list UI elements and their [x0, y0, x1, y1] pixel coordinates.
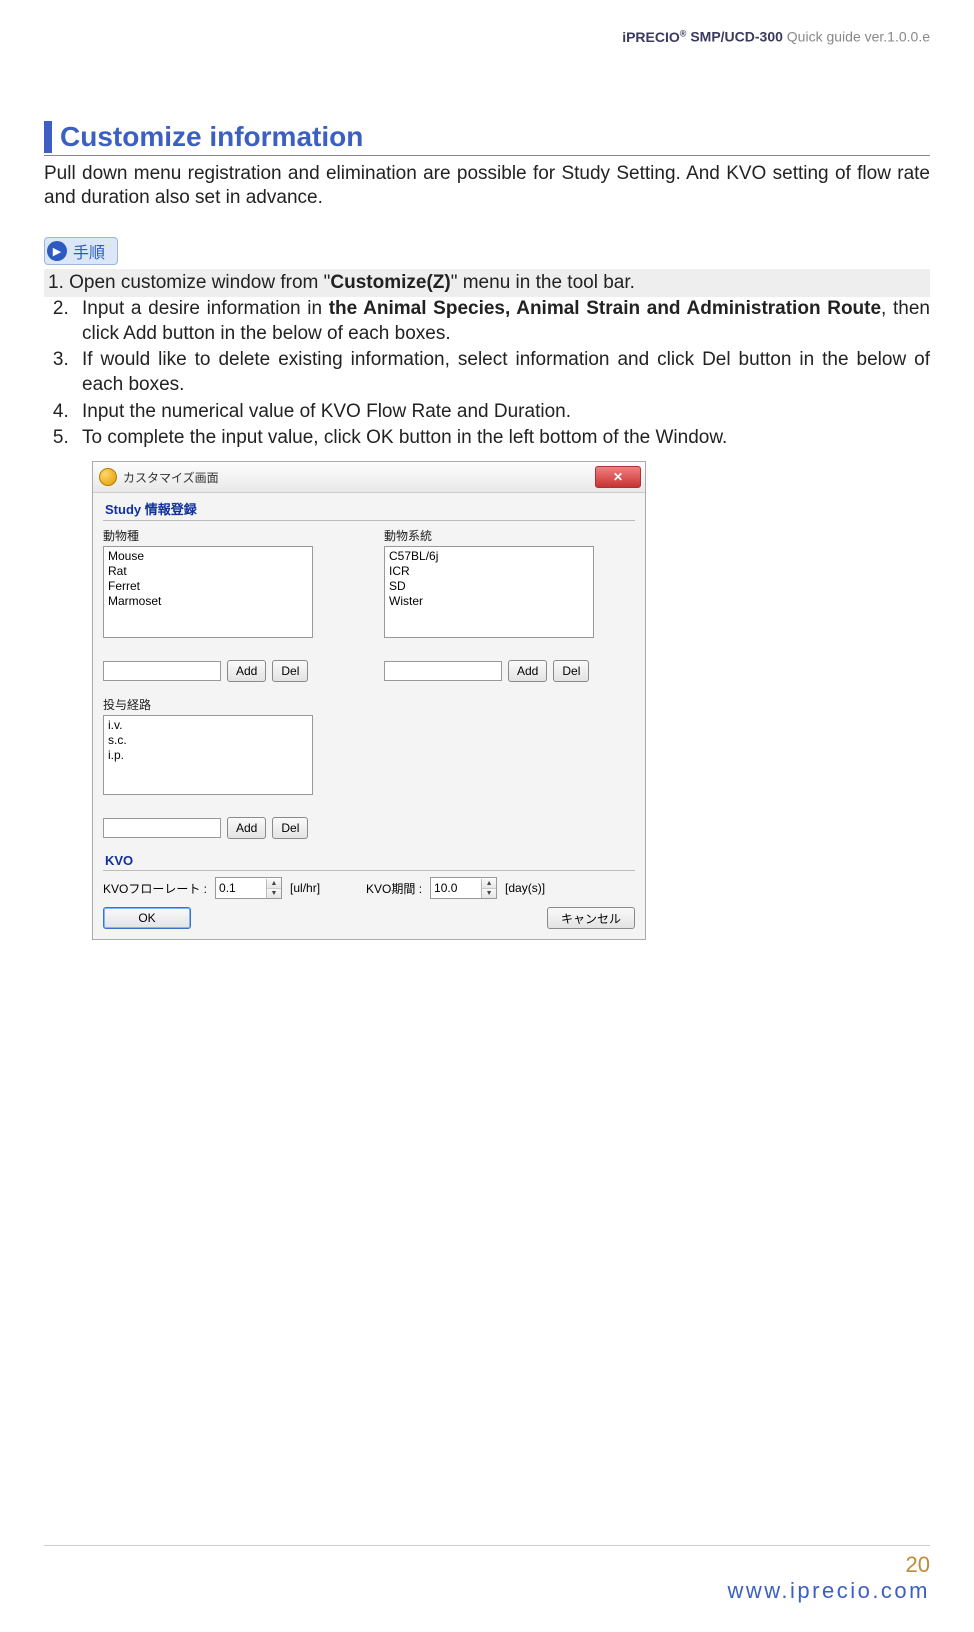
list-item[interactable]: Rat: [108, 564, 308, 579]
route-column: 投与経路 i.v. s.c. i.p. Add Del: [103, 696, 353, 839]
spin-down-icon[interactable]: ▼: [482, 889, 496, 898]
list-item[interactable]: s.c.: [108, 733, 308, 748]
kvo-flow-spinner[interactable]: 0.1 ▲▼: [215, 877, 282, 899]
app-icon: [99, 468, 117, 486]
strain-column: 動物系統 C57BL/6j ICR SD Wister Add Del: [384, 527, 635, 682]
list-item[interactable]: Marmoset: [108, 594, 308, 609]
kvo-flow-label: KVOフローレート :: [103, 880, 207, 897]
species-listbox[interactable]: Mouse Rat Ferret Marmoset: [103, 546, 313, 638]
section-underline: [44, 155, 930, 156]
step-badge-label: 手順: [73, 239, 105, 263]
spin-up-icon[interactable]: ▲: [267, 879, 281, 889]
list-item[interactable]: Wister: [389, 594, 589, 609]
strain-del-button[interactable]: Del: [553, 660, 589, 682]
customize-dialog: カスタマイズ画面 ✕ Study 情報登録 動物種 Mouse Rat Ferr…: [92, 461, 646, 940]
play-icon: ▶: [47, 241, 67, 261]
list-item[interactable]: i.v.: [108, 718, 308, 733]
footer-url: www.iprecio.com: [727, 1578, 930, 1604]
page-number: 20: [727, 1552, 930, 1578]
strain-add-button[interactable]: Add: [508, 660, 547, 682]
section-intro: Pull down menu registration and eliminat…: [44, 162, 930, 211]
kvo-dur-label: KVO期間 :: [366, 880, 422, 897]
footer: 20 www.iprecio.com: [727, 1552, 930, 1604]
strain-input[interactable]: [384, 661, 502, 681]
kvo-dur-unit: [day(s)]: [505, 881, 545, 895]
species-label: 動物種: [103, 527, 354, 544]
route-add-button[interactable]: Add: [227, 817, 266, 839]
ok-button[interactable]: OK: [103, 907, 191, 929]
route-input[interactable]: [103, 818, 221, 838]
steps-list: Input a desire information in the Animal…: [44, 297, 930, 451]
group-study-title: Study 情報登録: [105, 499, 635, 518]
kvo-row: KVOフローレート : 0.1 ▲▼ [ul/hr] KVO期間 : 10.0 …: [103, 877, 635, 899]
section-title: Customize information: [44, 121, 930, 153]
kvo-flow-value[interactable]: 0.1: [216, 881, 266, 895]
footer-line: [44, 1545, 930, 1546]
strain-label: 動物系統: [384, 527, 635, 544]
spin-up-icon[interactable]: ▲: [482, 879, 496, 889]
step-4: Input the numerical value of KVO Flow Ra…: [74, 400, 930, 425]
step-3: If would like to delete existing informa…: [74, 348, 930, 397]
model: SMP/UCD-300: [690, 29, 783, 45]
doc-version: Quick guide ver.1.0.0.e: [783, 29, 930, 45]
step-5: To complete the input value, click OK bu…: [74, 426, 930, 451]
dialog-titlebar: カスタマイズ画面 ✕: [93, 462, 645, 493]
strain-listbox[interactable]: C57BL/6j ICR SD Wister: [384, 546, 594, 638]
step-badge: ▶ 手順: [44, 237, 118, 265]
step-2: Input a desire information in the Animal…: [74, 297, 930, 346]
brand: iPRECIO®: [622, 29, 686, 45]
route-label: 投与経路: [103, 696, 353, 713]
close-button[interactable]: ✕: [595, 466, 641, 488]
doc-header: iPRECIO® SMP/UCD-300 Quick guide ver.1.0…: [44, 28, 930, 45]
spin-down-icon[interactable]: ▼: [267, 889, 281, 898]
list-item[interactable]: ICR: [389, 564, 589, 579]
route-listbox[interactable]: i.v. s.c. i.p.: [103, 715, 313, 795]
species-del-button[interactable]: Del: [272, 660, 308, 682]
species-add-button[interactable]: Add: [227, 660, 266, 682]
list-item[interactable]: C57BL/6j: [389, 549, 589, 564]
kvo-flow-unit: [ul/hr]: [290, 881, 320, 895]
species-input[interactable]: [103, 661, 221, 681]
list-item[interactable]: Ferret: [108, 579, 308, 594]
kvo-dur-spinner[interactable]: 10.0 ▲▼: [430, 877, 497, 899]
species-column: 動物種 Mouse Rat Ferret Marmoset Add Del: [103, 527, 354, 682]
dialog-title: カスタマイズ画面: [123, 469, 589, 486]
step-1: 1. Open customize window from "Customize…: [44, 269, 930, 297]
kvo-title: KVO: [105, 853, 635, 868]
list-item[interactable]: SD: [389, 579, 589, 594]
list-item[interactable]: Mouse: [108, 549, 308, 564]
route-del-button[interactable]: Del: [272, 817, 308, 839]
list-item[interactable]: i.p.: [108, 748, 308, 763]
cancel-button[interactable]: キャンセル: [547, 907, 635, 929]
kvo-dur-value[interactable]: 10.0: [431, 881, 481, 895]
